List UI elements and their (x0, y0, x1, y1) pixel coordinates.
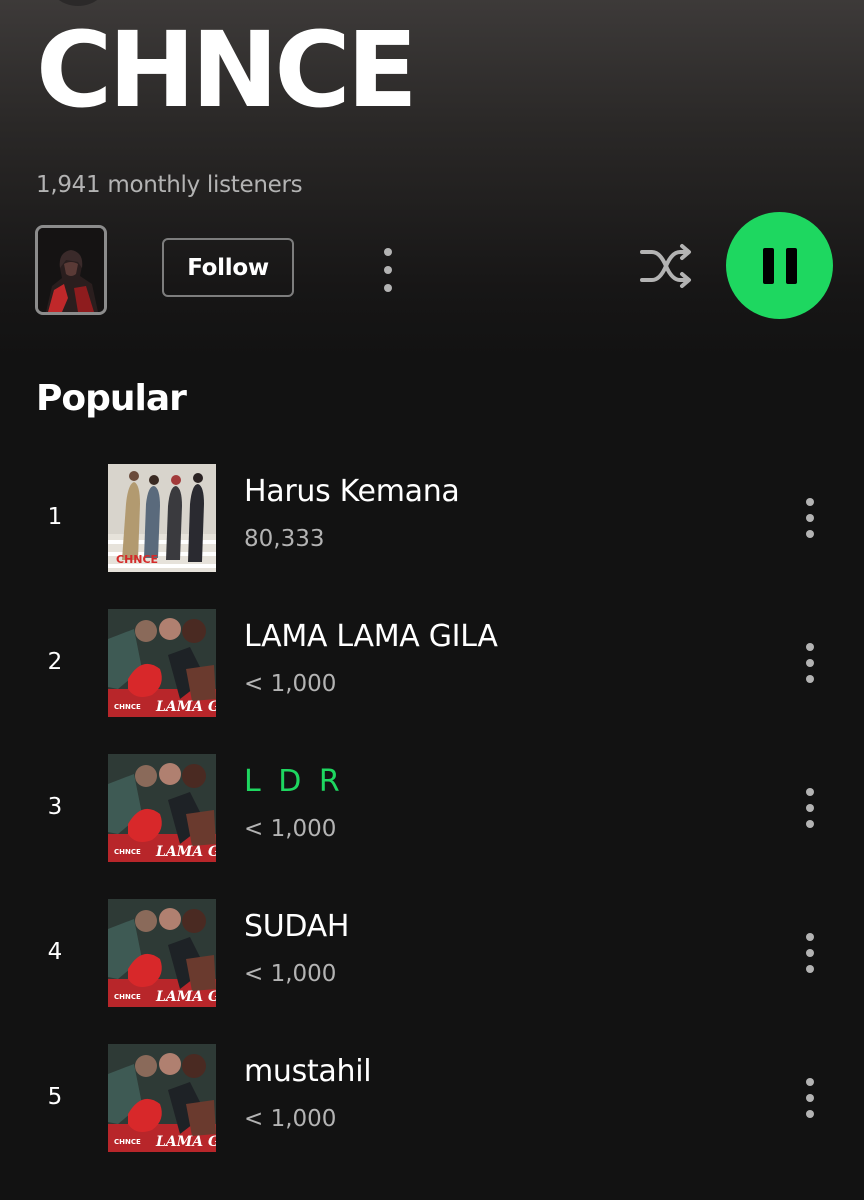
more-options-icon[interactable] (805, 788, 815, 828)
track-cover: CHNCE (108, 464, 216, 572)
cover-text: LAMA Gila (155, 989, 216, 1005)
track-plays: < 1,000 (244, 1106, 337, 1132)
track-plays: < 1,000 (244, 816, 337, 842)
more-options-icon[interactable] (805, 1078, 815, 1118)
track-title: SUDAH (244, 909, 350, 944)
track-cover: CHNCE LAMA Gila (108, 899, 216, 1007)
more-options-icon[interactable] (805, 643, 815, 683)
track-rank: 2 (47, 649, 63, 675)
cover-text: LAMA Gila (155, 844, 216, 860)
cover-text: LAMA Gila (155, 1134, 216, 1150)
monthly-listeners: 1,941 monthly listeners (36, 172, 303, 198)
track-rank: 5 (47, 1084, 63, 1110)
more-options-icon[interactable] (383, 248, 393, 292)
track-plays: < 1,000 (244, 961, 337, 987)
track-cover: CHNCE LAMA Gila (108, 1044, 216, 1152)
section-title-popular: Popular (36, 378, 187, 419)
track-row[interactable]: 4 CHNCE LAMA Gila SUDAH < 1,000 (0, 899, 864, 1007)
track-plays: 80,333 (244, 526, 325, 552)
track-plays: < 1,000 (244, 671, 337, 697)
more-options-icon[interactable] (805, 933, 815, 973)
track-rank: 3 (47, 794, 63, 820)
svg-text:CHNCE: CHNCE (114, 1138, 141, 1146)
track-row[interactable]: 2 CHNCE LAMA Gila LAMA LAMA GILA < 1,000 (0, 609, 864, 717)
track-cover: CHNCE LAMA Gila (108, 609, 216, 717)
track-rank: 1 (47, 504, 63, 530)
shuffle-icon[interactable] (638, 243, 694, 289)
track-row[interactable]: 3 CHNCE LAMA Gila L D R < 1,000 (0, 754, 864, 862)
pause-button[interactable] (726, 212, 833, 319)
track-row[interactable]: 5 CHNCE LAMA Gila mustahil < 1,000 (0, 1044, 864, 1152)
svg-text:CHNCE: CHNCE (114, 993, 141, 1001)
track-title: mustahil (244, 1054, 372, 1089)
track-cover: CHNCE LAMA Gila (108, 754, 216, 862)
track-row[interactable]: 1 CHNCE Harus Kemana 80,333 (0, 464, 864, 572)
artist-thumbnail[interactable] (35, 225, 107, 315)
pause-icon (762, 247, 797, 284)
track-title: Harus Kemana (244, 474, 460, 509)
track-title: LAMA LAMA GILA (244, 619, 498, 654)
cover-text: LAMA Gila (155, 699, 216, 715)
cover-text: CHNCE (116, 553, 158, 566)
track-rank: 4 (47, 939, 63, 965)
svg-text:CHNCE: CHNCE (114, 703, 141, 711)
more-options-icon[interactable] (805, 498, 815, 538)
track-title-now-playing: L D R (244, 764, 344, 799)
follow-button[interactable]: Follow (162, 238, 294, 297)
artist-name: CHNCE (36, 9, 418, 131)
svg-text:CHNCE: CHNCE (114, 848, 141, 856)
